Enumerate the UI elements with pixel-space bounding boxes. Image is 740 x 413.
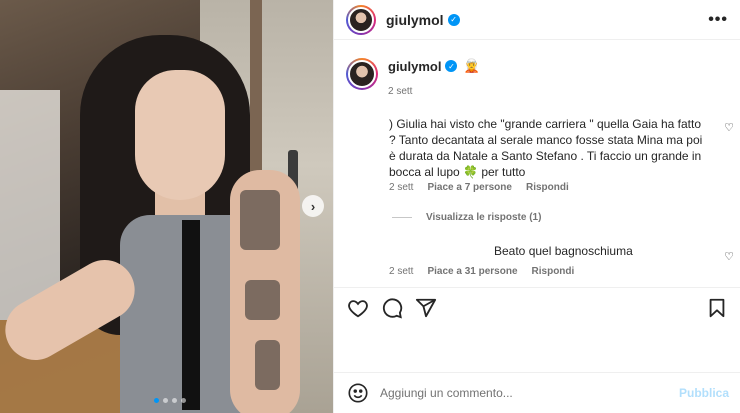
caption-timestamp[interactable]: 2 sett [388,86,480,97]
next-photo-chevron-icon[interactable]: › [302,195,324,217]
comment-meta: 2 sett Piace a 31 persone Rispondi [389,266,574,277]
comment-timestamp[interactable]: 2 sett [389,182,413,193]
caption-avatar[interactable] [346,58,378,90]
author-username[interactable]: giulymol [386,12,444,28]
save-bookmark-icon[interactable] [705,296,729,320]
carousel-dot [172,398,177,403]
carousel-dot [154,398,159,403]
comment-likes[interactable]: Piace a 7 persone [427,182,512,193]
comment-timestamp[interactable]: 2 sett [389,266,413,277]
like-comment-heart-icon[interactable]: ♡ [724,250,734,263]
caption-emoji: 🧝 [463,58,480,73]
photo-tattoo [240,190,280,250]
comment-text: Beato quel bagnoschiuma [494,244,633,258]
post-caption: giulymol ✓ 🧝 2 sett [346,58,480,97]
comment-meta: 2 sett Piace a 7 persone Rispondi [389,182,569,193]
carousel-dot [181,398,186,403]
reply-button[interactable]: Rispondi [526,182,569,193]
photo-tattoo [245,280,280,320]
emoji-smiley-icon[interactable] [346,381,370,405]
like-comment-heart-icon[interactable]: ♡ [724,121,734,134]
comment-likes[interactable]: Piace a 31 persone [427,266,517,277]
comment-composer: Pubblica [334,372,740,413]
publish-button[interactable]: Pubblica [679,386,729,400]
photo-subject-face [135,70,225,200]
post-actions-bar [334,287,740,327]
comment-bubble-icon[interactable] [380,296,404,320]
verified-badge-icon: ✓ [445,60,458,72]
share-paper-plane-icon[interactable] [414,296,438,320]
comment-input[interactable] [380,386,679,400]
caption-username[interactable]: giulymol [388,59,441,74]
photo-tattoo [255,340,280,390]
post-photo[interactable]: › [0,0,333,413]
carousel-dot [163,398,168,403]
view-replies-button[interactable]: Visualizza le risposte (1) [392,212,541,223]
view-replies-label: Visualizza le risposte (1) [426,212,542,223]
photo-subject-tie [182,220,200,410]
author-avatar[interactable] [346,4,376,35]
like-heart-icon[interactable] [346,296,370,320]
post-header: giulymol ✓ ••• [334,0,740,40]
more-options-icon[interactable]: ••• [708,11,728,29]
photo-subject [0,20,300,413]
verified-badge-icon: ✓ [447,13,460,26]
post-side-panel: giulymol ✓ ••• giulymol ✓ 🧝 2 sett ) Giu… [333,0,740,413]
reply-button[interactable]: Rispondi [532,266,575,277]
carousel-dots [154,398,186,403]
comment-text: ) Giulia hai visto che "grande carriera … [389,117,703,179]
replies-divider [392,217,412,218]
